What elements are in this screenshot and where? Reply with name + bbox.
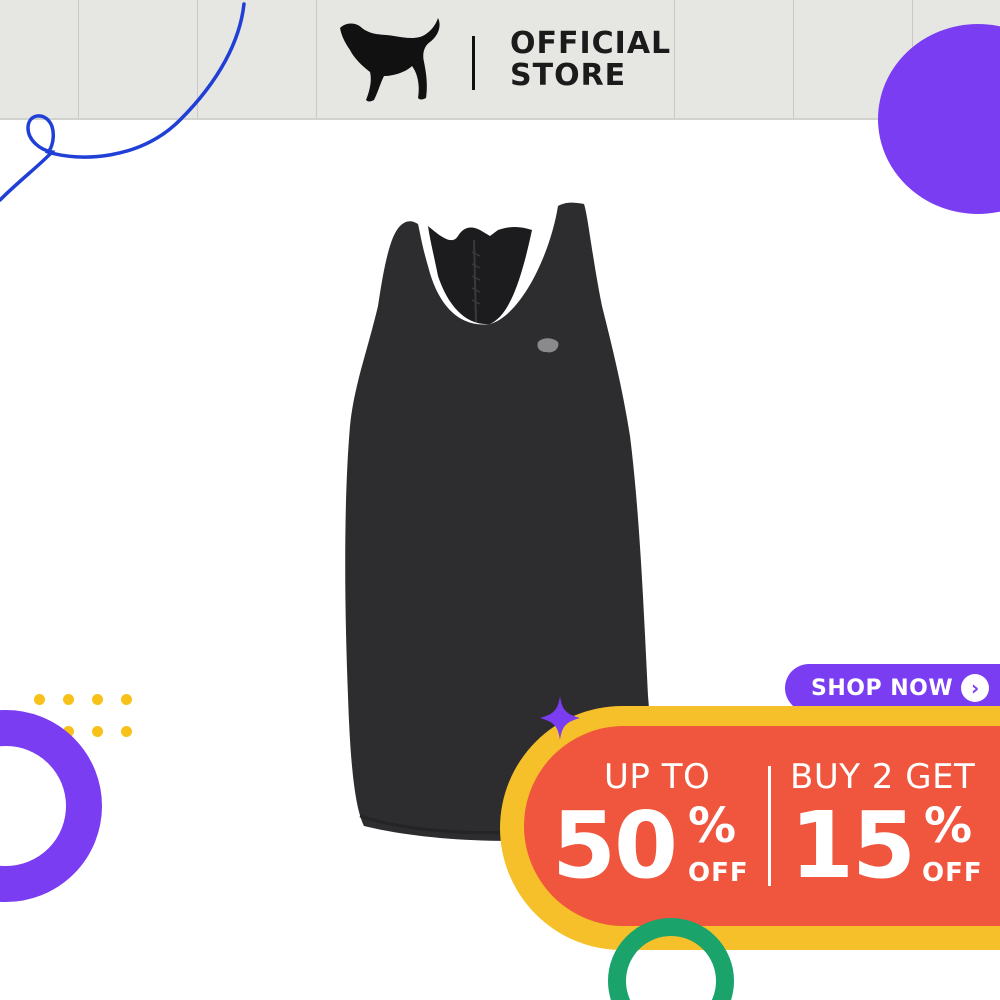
grid-line	[793, 0, 794, 118]
deal2-prefix: BUY 2 GET	[790, 757, 976, 797]
deal1-value: 50	[552, 792, 678, 899]
promo-banner: OFFICIAL STORE SHOP NOW › UP TO 50 % OFF…	[0, 0, 1000, 1000]
deal2-percent: %	[924, 798, 973, 854]
sparkle-icon	[540, 696, 580, 740]
store-line-2: STORE	[510, 58, 627, 93]
shop-now-button[interactable]: SHOP NOW ›	[785, 664, 1000, 712]
deal1-prefix: UP TO	[604, 757, 711, 797]
grid-line	[674, 0, 675, 118]
shop-now-label: SHOP NOW	[811, 675, 954, 701]
deal2-value: 15	[790, 792, 916, 899]
promo-separator	[768, 766, 771, 886]
official-store-text: OFFICIAL STORE	[510, 28, 671, 92]
puma-logo-icon	[332, 14, 452, 106]
chevron-right-icon: ›	[961, 674, 990, 702]
blue-swirl-decoration	[0, 2, 246, 202]
grid-line	[316, 0, 317, 118]
deal2-suffix: OFF	[922, 858, 983, 888]
header-divider	[472, 36, 475, 90]
deal1-suffix: OFF	[688, 858, 749, 888]
store-line-1: OFFICIAL	[510, 26, 672, 61]
deal1-percent: %	[688, 798, 737, 854]
